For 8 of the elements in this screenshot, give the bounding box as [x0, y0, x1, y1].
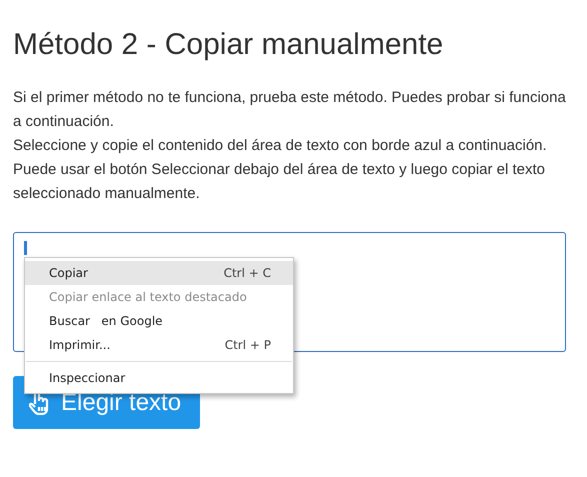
instruction-text: Puede usar el botón Seleccionar debajo del área de texto y luego copiar el texto seleccionado manualmente. — [13, 160, 546, 204]
menu-item[interactable]: Imprimir... Ctrl + P — [25, 333, 293, 357]
instruction-text: Si el primer método no te funciona, prueba este método. Puedes probar si funciona a continuación. — [13, 88, 567, 132]
menu-item[interactable]: Copiar Ctrl + C — [25, 261, 293, 285]
text-cursor-icon — [24, 241, 27, 255]
instruction-text: Seleccione y copie el contenido del área de texto con borde azul a continuación. — [13, 136, 548, 156]
page-title: Método 2 - Copiar manualmente — [13, 27, 444, 63]
menu-item[interactable]: Buscar en Google — [25, 309, 293, 333]
